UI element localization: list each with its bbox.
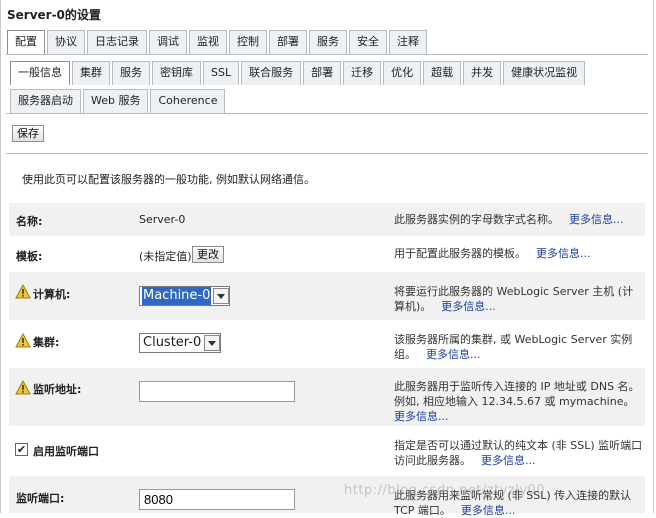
template-label: 模板: bbox=[16, 250, 43, 263]
save-button[interactable]: 保存 bbox=[12, 125, 44, 142]
template-more-info-link[interactable]: 更多信息... bbox=[536, 247, 591, 260]
primary-tab-2[interactable]: 日志记录 bbox=[87, 30, 147, 54]
cluster-select[interactable]: Cluster-0 bbox=[139, 333, 222, 353]
listen-port-enabled-label: 启用监听端口 bbox=[33, 445, 99, 458]
primary-tab-7[interactable]: 服务 bbox=[309, 30, 347, 54]
listen-port-more-info-link[interactable]: 更多信息... bbox=[461, 504, 516, 517]
secondary-row2-tab-1[interactable]: Web 服务 bbox=[83, 89, 149, 113]
chevron-down-icon[interactable] bbox=[204, 335, 221, 351]
listen-port-label: 监听端口: bbox=[16, 492, 65, 505]
primary-tab-5[interactable]: 控制 bbox=[229, 30, 267, 54]
template-value: (未指定值) bbox=[139, 250, 192, 263]
machine-select[interactable]: Machine-0 bbox=[139, 286, 231, 306]
secondary-tab-8[interactable]: 优化 bbox=[383, 61, 422, 85]
page-description: 使用此页可以配置该服务器的一般功能, 例如默认网络通信。 bbox=[22, 173, 315, 186]
listen-port-enabled-more-info-link[interactable]: 更多信息... bbox=[481, 454, 536, 467]
secondary-tab-0[interactable]: 一般信息 bbox=[10, 61, 70, 85]
template-help: 用于配置此服务器的模板。 更多信息... bbox=[394, 246, 644, 261]
settings-panel: Server-0的设置 配置 协议 日志记录 调试 监视 控制 部署 服务 安全 注释 一般信息集… bbox=[0, 0, 654, 517]
primary-tab-0[interactable]: 配置 bbox=[7, 30, 45, 54]
machine-row: 计算机: Machine-0 将要运行此服务器的 WebLogic Server… bbox=[9, 272, 645, 320]
cluster-row: 集群: Cluster-0 该服务器所属的集群, 或 WebLogic Serv… bbox=[9, 320, 645, 368]
name-help: 此服务器实例的字母数字式名称。 更多信息... bbox=[394, 212, 644, 227]
primary-tab-4[interactable]: 监视 bbox=[189, 30, 227, 54]
restart-required-icon bbox=[15, 284, 31, 299]
content-divider bbox=[6, 153, 648, 154]
restart-required-icon bbox=[15, 380, 31, 395]
machine-label: 计算机: bbox=[33, 288, 71, 301]
template-help-text: 用于配置此服务器的模板。 bbox=[394, 247, 526, 260]
secondary-row2-tab-0[interactable]: 服务器启动 bbox=[10, 89, 81, 113]
listen-address-more-info-link[interactable]: 更多信息... bbox=[394, 410, 449, 423]
primary-tab-divider bbox=[6, 54, 648, 55]
cluster-select-value: Cluster-0 bbox=[143, 335, 202, 350]
name-row: 名称: Server-0 此服务器实例的字母数字式名称。 更多信息... bbox=[9, 203, 645, 236]
primary-tab-3[interactable]: 调试 bbox=[149, 30, 187, 54]
listen-address-input[interactable] bbox=[139, 381, 295, 402]
listen-address-label: 监听地址: bbox=[33, 383, 82, 396]
secondary-tab-7[interactable]: 迁移 bbox=[343, 61, 382, 85]
listen-port-enabled-checkbox[interactable]: ✔ bbox=[15, 443, 28, 456]
template-change-button[interactable]: 更改 bbox=[192, 246, 224, 263]
secondary-tab-1[interactable]: 集群 bbox=[72, 61, 110, 85]
primary-tab-6[interactable]: 部署 bbox=[269, 30, 307, 54]
secondary-tab-10[interactable]: 并发 bbox=[463, 61, 502, 85]
secondary-tab-5[interactable]: 联合服务 bbox=[241, 61, 302, 85]
primary-tab-1[interactable]: 协议 bbox=[47, 30, 85, 54]
restart-required-icon bbox=[15, 333, 31, 348]
primary-tab-9[interactable]: 注释 bbox=[389, 30, 427, 54]
chevron-down-icon[interactable] bbox=[213, 288, 230, 304]
page-title: Server-0的设置 bbox=[7, 8, 101, 22]
secondary-tab-bar-row2: 服务器启动 Web 服务 Coherence bbox=[10, 89, 227, 113]
listen-address-help: 此服务器用于监听传入连接的 IP 地址或 DNS 名。例如, 相应地输入 12.… bbox=[394, 379, 644, 424]
secondary-tab-4[interactable]: SSL bbox=[203, 61, 240, 85]
listen-address-help-text: 此服务器用于监听传入连接的 IP 地址或 DNS 名。例如, 相应地输入 12.… bbox=[394, 380, 640, 408]
listen-port-enabled-help: 指定是否可以通过默认的纯文本 (非 SSL) 监听端口访问此服务器。 更多信息..… bbox=[394, 438, 644, 468]
secondary-tab-3[interactable]: 密钥库 bbox=[152, 61, 201, 85]
machine-select-value: Machine-0 bbox=[142, 287, 212, 305]
listen-port-enabled-row: ✔ 启用监听端口 指定是否可以通过默认的纯文本 (非 SSL) 监听端口访问此服… bbox=[9, 426, 645, 476]
secondary-tab-2[interactable]: 服务 bbox=[112, 61, 150, 85]
name-value: Server-0 bbox=[139, 213, 186, 226]
secondary-tab-11[interactable]: 健康状况监视 bbox=[503, 61, 586, 85]
secondary-tab-6[interactable]: 部署 bbox=[303, 61, 342, 85]
template-row: 模板: (未指定值) 更改 用于配置此服务器的模板。 更多信息... bbox=[9, 236, 645, 272]
cluster-label: 集群: bbox=[33, 336, 60, 349]
primary-tab-bar: 配置 协议 日志记录 调试 监视 控制 部署 服务 安全 注释 bbox=[7, 30, 429, 54]
watermark: http://blog.csdn.net/ztyzly00 bbox=[344, 483, 546, 498]
listen-port-row: 监听端口: 此服务器用来监听常规 (非 SSL) 传入连接的默认 TCP 端口。… bbox=[9, 476, 645, 517]
machine-more-info-link[interactable]: 更多信息... bbox=[441, 300, 496, 313]
name-more-info-link[interactable]: 更多信息... bbox=[569, 213, 624, 226]
cluster-more-info-link[interactable]: 更多信息... bbox=[426, 348, 481, 361]
secondary-tab-bar: 一般信息 集群 服务 密钥库 SSL 联合服务 部署 迁移 优化 超载 并发 健康状况监视 bbox=[10, 61, 587, 85]
machine-help-text: 将要运行此服务器的 WebLogic Server 主机 (计算机)。 bbox=[394, 285, 634, 313]
secondary-tab-divider bbox=[6, 113, 648, 114]
name-label: 名称: bbox=[16, 215, 43, 228]
listen-address-row: 监听地址: 此服务器用于监听传入连接的 IP 地址或 DNS 名。例如, 相应地… bbox=[9, 368, 645, 426]
listen-port-input[interactable] bbox=[139, 489, 295, 510]
machine-help: 将要运行此服务器的 WebLogic Server 主机 (计算机)。 更多信息.… bbox=[394, 284, 644, 314]
secondary-row2-tab-2[interactable]: Coherence bbox=[150, 89, 226, 113]
primary-tab-8[interactable]: 安全 bbox=[349, 30, 387, 54]
secondary-tab-9[interactable]: 超载 bbox=[423, 61, 462, 85]
cluster-help: 该服务器所属的集群, 或 WebLogic Server 实例组。 更多信息... bbox=[394, 332, 644, 362]
name-help-text: 此服务器实例的字母数字式名称。 bbox=[394, 213, 559, 226]
